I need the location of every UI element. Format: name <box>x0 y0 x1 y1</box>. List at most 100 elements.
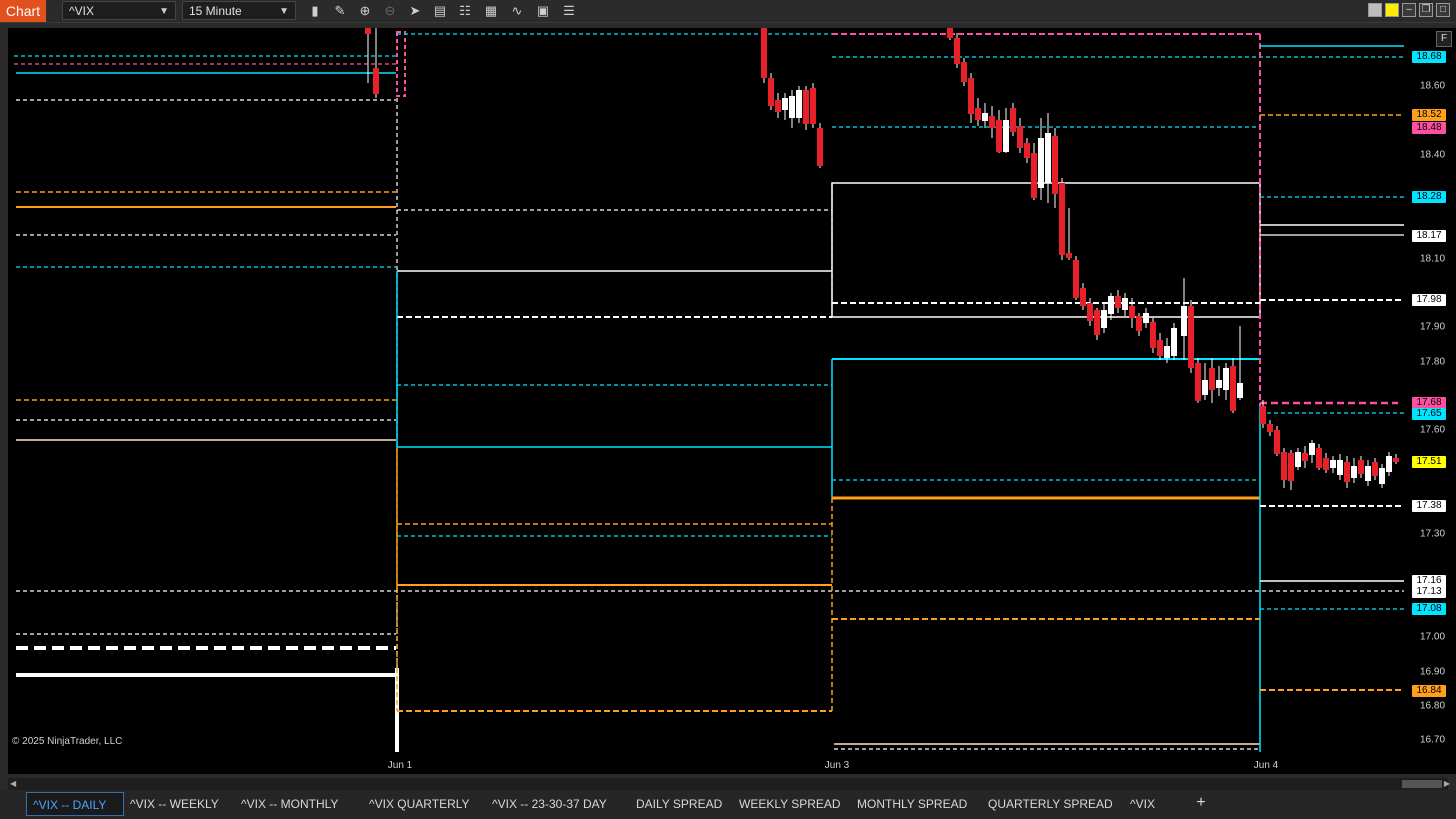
strategies-icon[interactable]: ∿ <box>508 2 526 20</box>
candle <box>817 123 823 168</box>
tab-vix-weekly[interactable]: ^VIX -- WEEKLY <box>124 792 225 816</box>
horizontal-scrollbar[interactable]: ◀ ▶ <box>8 778 1450 790</box>
candle <box>1365 460 1371 486</box>
candle <box>1052 128 1058 208</box>
candle <box>1010 103 1016 136</box>
levels-block-jun4 <box>1260 45 1404 691</box>
candle <box>1108 293 1114 320</box>
candle <box>1017 118 1023 153</box>
candle <box>1188 300 1194 373</box>
zoom-in-icon[interactable]: ⊕ <box>356 2 374 20</box>
yellow-theme-icon[interactable] <box>1385 3 1399 17</box>
price-marker: 17.08 <box>1412 603 1446 615</box>
scroll-thumb[interactable] <box>1402 780 1442 788</box>
tab-quarterly-spread[interactable]: QUARTERLY SPREAD <box>982 792 1119 816</box>
price-marker: 18.68 <box>1412 51 1446 63</box>
candle <box>1309 440 1315 463</box>
scroll-left-icon[interactable]: ◀ <box>10 778 16 790</box>
time-tick: Jun 1 <box>387 760 413 771</box>
copyright-text: © 2025 NinjaTrader, LLC <box>12 736 123 747</box>
instrument-selector[interactable]: ^VIX ▼ <box>62 1 176 20</box>
tab-vix-daily[interactable]: ^VIX -- DAILY <box>26 792 124 816</box>
candle <box>1379 464 1385 488</box>
tab-monthly-spread[interactable]: MONTHLY SPREAD <box>851 792 973 816</box>
candle <box>1024 138 1030 163</box>
price-marker: 16.84 <box>1412 685 1446 697</box>
price-tick: 18.60 <box>1420 80 1446 92</box>
price-tick: 16.70 <box>1420 734 1446 746</box>
scroll-right-icon[interactable]: ▶ <box>1444 778 1450 790</box>
levels-block-jun1 <box>396 31 832 752</box>
price-tick: 16.80 <box>1420 700 1446 712</box>
price-chart-panel[interactable]: © 2025 NinjaTrader, LLC <box>8 28 1412 752</box>
price-marker: 18.52 <box>1412 109 1446 121</box>
candle <box>1295 448 1301 470</box>
candle <box>982 103 988 128</box>
candle <box>789 90 795 128</box>
grey-theme-icon[interactable] <box>1368 3 1382 17</box>
candle <box>1038 118 1044 200</box>
candle <box>810 83 816 128</box>
candle <box>1230 358 1236 413</box>
candle <box>1372 458 1378 480</box>
price-marker: 17.38 <box>1412 500 1446 512</box>
tab-vix-monthly[interactable]: ^VIX -- MONTHLY <box>235 792 344 816</box>
price-axis[interactable]: 18.60 18.40 18.10 17.90 17.80 17.60 17.3… <box>1412 28 1456 752</box>
tab-daily-spread[interactable]: DAILY SPREAD <box>630 792 728 816</box>
candle <box>1302 446 1308 468</box>
candle <box>989 106 995 138</box>
price-marker: 17.98 <box>1412 294 1446 306</box>
draw-pencil-icon[interactable]: ✎ <box>331 2 349 20</box>
candle <box>1073 256 1079 300</box>
pointer-icon[interactable]: ➤ <box>406 2 424 20</box>
candle <box>1150 318 1156 353</box>
candle <box>1337 454 1343 480</box>
tab-vix-23-30-37-day[interactable]: ^VIX -- 23-30-37 DAY <box>486 792 613 816</box>
candle <box>775 93 781 118</box>
tab-vix-quarterly[interactable]: ^VIX QUARTERLY <box>363 792 476 816</box>
restore-icon[interactable]: ❐ <box>1419 3 1433 17</box>
price-tick: 17.00 <box>1420 631 1446 643</box>
chart-tabs: ^VIX -- DAILY ^VIX -- WEEKLY ^VIX -- MON… <box>0 790 1456 819</box>
candle <box>1344 456 1350 488</box>
bar-type-icon[interactable]: ▮ <box>306 2 324 20</box>
templates-icon[interactable]: ▣ <box>534 2 552 20</box>
candle <box>1003 108 1009 153</box>
candle <box>1202 363 1208 400</box>
properties-icon[interactable]: ☷ <box>456 2 474 20</box>
minimize-icon[interactable]: – <box>1402 3 1416 17</box>
price-marker: 18.28 <box>1412 191 1446 203</box>
time-tick: Jun 4 <box>1253 760 1279 771</box>
time-axis[interactable]: Jun 1 Jun 3 Jun 4 <box>8 752 1456 774</box>
chart-canvas[interactable] <box>8 28 1412 752</box>
price-tick: 18.10 <box>1420 253 1446 265</box>
add-tab-button[interactable]: + <box>1192 794 1210 812</box>
interval-selector[interactable]: 15 Minute ▼ <box>182 1 296 20</box>
candle <box>1323 453 1329 473</box>
candle <box>1288 450 1294 490</box>
candle <box>1237 326 1243 400</box>
candle <box>1358 456 1364 478</box>
price-tick: 17.80 <box>1420 356 1446 368</box>
candle <box>803 86 809 130</box>
tab-weekly-spread[interactable]: WEEKLY SPREAD <box>733 792 847 816</box>
levels-block-left <box>14 55 1404 752</box>
chart-badge[interactable]: Chart <box>0 0 46 22</box>
candle <box>996 110 1002 153</box>
f-button[interactable]: F <box>1436 31 1452 47</box>
maximize-icon[interactable]: □ <box>1436 3 1450 17</box>
candle <box>1115 290 1121 313</box>
candle <box>1267 420 1273 436</box>
candle <box>1195 358 1201 403</box>
indicators-icon[interactable]: ▦ <box>482 2 500 20</box>
tab-vix[interactable]: ^VIX <box>1124 792 1161 816</box>
candle <box>1122 293 1128 316</box>
candlestick-series <box>365 28 1399 490</box>
zoom-out-icon[interactable]: ⊖ <box>381 2 399 20</box>
candle <box>796 86 802 123</box>
data-box-icon[interactable]: ▤ <box>431 2 449 20</box>
candle <box>954 33 960 68</box>
list-icon[interactable]: ☰ <box>560 2 578 20</box>
candle <box>1094 308 1100 340</box>
candle <box>1143 308 1149 328</box>
